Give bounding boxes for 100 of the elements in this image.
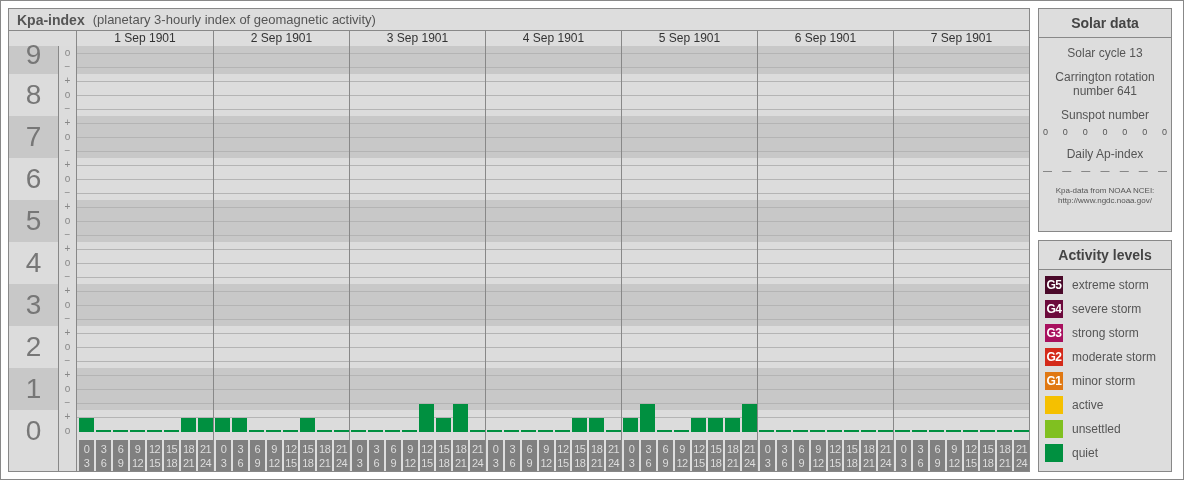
level-label: active bbox=[1072, 398, 1104, 412]
level-label: moderate storm bbox=[1072, 350, 1157, 364]
time-interval-label: 21 24 bbox=[1014, 440, 1029, 471]
ap-index-value: — bbox=[1081, 166, 1091, 176]
time-interval-label: 12 15 bbox=[147, 440, 162, 471]
time-interval-label: 6 9 bbox=[657, 440, 673, 471]
time-interval-label: 9 12 bbox=[674, 440, 690, 471]
time-interval-label: 3 6 bbox=[96, 440, 111, 471]
scale-mark: + bbox=[63, 74, 72, 88]
panel-title: Kpa-index bbox=[17, 11, 85, 28]
time-interval-label: 0 3 bbox=[352, 440, 367, 471]
scale-mark: − bbox=[63, 228, 72, 242]
kp-bar bbox=[725, 418, 740, 432]
time-interval-label: 21 24 bbox=[470, 440, 485, 471]
ap-index-value: — bbox=[1157, 166, 1167, 176]
kp-bar bbox=[708, 418, 723, 432]
scale-mark: + bbox=[63, 158, 72, 172]
ap-index-value: — bbox=[1100, 166, 1110, 176]
time-interval-label: 0 3 bbox=[488, 440, 503, 471]
time-interval-label: 12 15 bbox=[963, 440, 979, 471]
time-interval-label: 6 9 bbox=[793, 440, 809, 471]
sunspot-value: 0 bbox=[1161, 127, 1167, 137]
time-interval-label: 12 15 bbox=[827, 440, 843, 471]
sunspot-value: 0 bbox=[1082, 127, 1088, 137]
time-interval-label: 18 21 bbox=[317, 440, 333, 471]
time-interval-label: 21 24 bbox=[198, 440, 213, 471]
scale-mark: o bbox=[63, 46, 72, 60]
time-interval-label: 3 6 bbox=[232, 440, 248, 471]
time-interval-label: 18 21 bbox=[453, 440, 469, 471]
time-interval-label: 9 12 bbox=[538, 440, 554, 471]
time-interval-label: 12 15 bbox=[691, 440, 707, 471]
scale-mark: o bbox=[63, 88, 72, 102]
scale-mark: o bbox=[63, 424, 72, 438]
time-interval-label: 9 12 bbox=[130, 440, 145, 471]
time-interval-label: 9 12 bbox=[810, 440, 826, 471]
kp-bar bbox=[79, 418, 94, 432]
time-interval-label: 15 18 bbox=[844, 440, 860, 471]
kp-bar bbox=[215, 418, 230, 432]
scale-mark: − bbox=[63, 396, 72, 410]
y-axis-label: 7 bbox=[9, 116, 58, 158]
y-axis-label: 1 bbox=[9, 368, 58, 410]
time-interval-label: 15 18 bbox=[436, 440, 452, 471]
sunspot-value: 0 bbox=[1122, 127, 1128, 137]
time-interval-label: 3 6 bbox=[912, 440, 928, 471]
kp-bar bbox=[691, 418, 706, 432]
level-swatch: G3 bbox=[1045, 324, 1063, 342]
panel-title: Solar data bbox=[1039, 9, 1171, 38]
time-interval-label: 6 9 bbox=[929, 440, 945, 471]
kp-bar bbox=[742, 404, 757, 432]
date-label: 1 Sep 1901 bbox=[113, 31, 177, 46]
time-interval-label: 9 12 bbox=[266, 440, 282, 471]
scale-mark: − bbox=[63, 354, 72, 368]
kp-bar bbox=[589, 418, 604, 432]
sunspot-value: 0 bbox=[1043, 127, 1048, 137]
scale-mark: o bbox=[63, 340, 72, 354]
sunspot-value: 0 bbox=[1062, 127, 1068, 137]
scale-mark: − bbox=[63, 312, 72, 326]
time-interval-label: 21 24 bbox=[878, 440, 893, 471]
level-swatch: G4 bbox=[1045, 300, 1063, 318]
panel-subtitle: (planetary 3-hourly index of geomagnetic activity) bbox=[92, 12, 376, 27]
scale-mark: o bbox=[63, 382, 72, 396]
time-interval-label: 6 9 bbox=[249, 440, 265, 471]
scale-mark: + bbox=[63, 284, 72, 298]
solar-cycle-text: Solar cycle 13 bbox=[1067, 46, 1143, 60]
time-interval-label: 12 15 bbox=[419, 440, 435, 471]
ap-index-label: Daily Ap-index bbox=[1066, 147, 1144, 161]
level-label: minor storm bbox=[1072, 374, 1136, 388]
scale-mark: o bbox=[63, 256, 72, 270]
scale-mark: − bbox=[63, 186, 72, 200]
scale-mark: o bbox=[63, 214, 72, 228]
time-interval-label: 6 9 bbox=[385, 440, 401, 471]
sunspot-value: 0 bbox=[1142, 127, 1148, 137]
time-interval-label: 15 18 bbox=[708, 440, 724, 471]
scale-mark: + bbox=[63, 326, 72, 340]
panel-title: Activity levels bbox=[1039, 241, 1171, 270]
level-label: unsettled bbox=[1072, 422, 1121, 436]
time-interval-label: 21 24 bbox=[334, 440, 349, 471]
scale-mark: − bbox=[63, 102, 72, 116]
time-interval-label: 9 12 bbox=[946, 440, 962, 471]
kp-bar bbox=[232, 418, 247, 432]
scale-mark: o bbox=[63, 172, 72, 186]
level-label: strong storm bbox=[1072, 326, 1139, 340]
kp-bar bbox=[623, 418, 638, 432]
time-interval-label: 6 9 bbox=[113, 440, 128, 471]
level-swatch: G1 bbox=[1045, 372, 1063, 390]
time-interval-label: 0 3 bbox=[624, 440, 639, 471]
time-interval-label: 18 21 bbox=[181, 440, 196, 471]
time-interval-label: 21 24 bbox=[742, 440, 757, 471]
ap-index-value: — bbox=[1119, 166, 1129, 176]
data-source-text: Kpa-data from NOAA NCEI: http://www.ngdc.noaa.gov/ bbox=[1055, 186, 1155, 206]
level-label: extreme storm bbox=[1072, 278, 1149, 292]
time-interval-label: 18 21 bbox=[589, 440, 605, 471]
scale-mark: + bbox=[63, 242, 72, 256]
sunspot-value: 0 bbox=[1102, 127, 1108, 137]
scale-mark: o bbox=[63, 298, 72, 312]
carrington-rotation-text: Carrington rotation number 641 bbox=[1054, 70, 1156, 98]
kp-bar bbox=[198, 418, 213, 432]
time-interval-label: 18 21 bbox=[861, 440, 877, 471]
time-interval-label: 18 21 bbox=[997, 440, 1013, 471]
time-interval-label: 15 18 bbox=[164, 440, 179, 471]
